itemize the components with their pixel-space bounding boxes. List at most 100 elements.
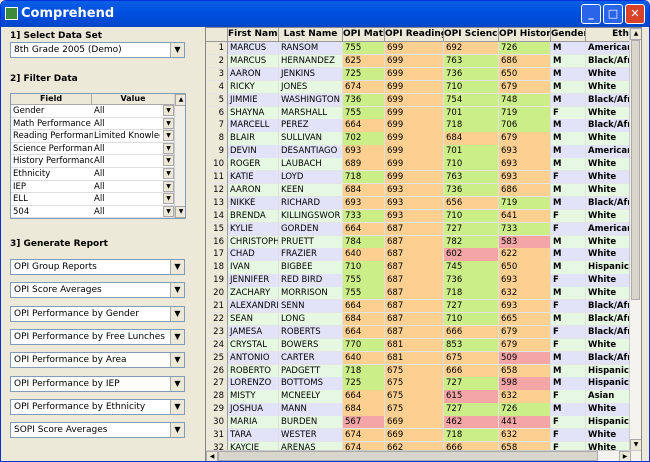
table-cell[interactable]: 699 (385, 119, 444, 133)
report-select[interactable]: SOPI Score Averages ▼ (10, 422, 185, 439)
table-cell[interactable]: 665 (499, 312, 551, 327)
table-cell[interactable]: White (586, 274, 631, 288)
table-cell[interactable]: 699 (385, 42, 444, 56)
table-cell[interactable]: CHRISTOPH (228, 235, 279, 249)
filter-row[interactable]: 504 All ▼ (11, 205, 175, 218)
table-cell[interactable]: White (586, 106, 631, 120)
table-cell[interactable]: 679 (499, 325, 551, 340)
table-cell[interactable]: 701 (444, 106, 499, 120)
table-cell[interactable]: IVAN (228, 261, 279, 275)
chevron-down-icon[interactable]: ▼ (163, 117, 174, 129)
table-row[interactable]: 15KYLIEGORDEN664687727733FAmerican I (206, 222, 631, 236)
table-cell[interactable]: 693 (385, 209, 444, 224)
table-cell[interactable]: F (551, 338, 586, 353)
table-cell[interactable]: BIGBEE (279, 261, 343, 275)
table-cell[interactable]: CRYSTAL (228, 338, 279, 353)
table-cell[interactable]: 748 (499, 93, 551, 107)
table-cell[interactable]: WESTER (279, 429, 343, 443)
table-cell[interactable]: Black/Afric (586, 196, 631, 211)
table-cell[interactable]: 693 (499, 145, 551, 159)
table-cell[interactable]: White (586, 80, 631, 95)
table-cell[interactable]: White (586, 287, 631, 301)
table-row[interactable]: 4 RICKY JONES 674 699 710 679 M White (206, 80, 631, 95)
close-button[interactable]: ✕ (625, 4, 645, 24)
table-cell[interactable]: 598 (499, 377, 551, 391)
table-cell[interactable]: 669 (385, 416, 444, 430)
table-cell[interactable]: BOWERS (279, 338, 343, 353)
table-cell[interactable]: American I (586, 222, 631, 236)
table-cell[interactable]: SULLIVAN (279, 132, 343, 146)
table-cell[interactable]: American I (586, 145, 631, 159)
table-cell[interactable]: M (551, 364, 586, 378)
table-cell[interactable]: M (551, 80, 586, 95)
table-cell[interactable]: 745 (444, 261, 499, 275)
table-cell[interactable]: 727 (444, 300, 499, 314)
table-row[interactable]: 16 CHRISTOPH PRUETT 784 687 782 583 M White (206, 235, 631, 249)
table-cell[interactable]: Asian (586, 390, 631, 404)
table-cell[interactable]: BLAIR (228, 132, 279, 146)
table-cell[interactable]: TARA (228, 429, 279, 443)
table-cell[interactable]: 679 (499, 132, 551, 146)
table-cell[interactable]: M (551, 196, 586, 211)
table-cell[interactable]: M (551, 377, 586, 391)
table-cell[interactable]: 632 (499, 390, 551, 404)
filter-row[interactable]: History Performanc All ▼ (11, 155, 175, 169)
filter-value[interactable]: All (94, 193, 160, 205)
maximize-button[interactable]: □ (603, 4, 623, 24)
table-cell[interactable]: 784 (343, 235, 385, 249)
table-cell[interactable]: White (586, 171, 631, 185)
table-cell[interactable]: BURDEN (279, 416, 343, 430)
table-cell[interactable]: 625 (343, 54, 385, 69)
table-row[interactable]: 11 KATIE LOYD 718 699 763 693 F White (206, 171, 631, 185)
table-cell[interactable]: 640 (343, 248, 385, 262)
table-cell[interactable]: 641 (499, 209, 551, 224)
table-row[interactable]: 31 TARA WESTER 674 669 718 632 F White (206, 429, 631, 443)
column-header[interactable]: OPI Math (343, 28, 385, 42)
table-cell[interactable]: 733 (343, 209, 385, 224)
table-cell[interactable]: 725 (343, 377, 385, 391)
table-cell[interactable]: 710 (444, 312, 499, 327)
table-cell[interactable]: 755 (343, 287, 385, 301)
column-header[interactable]: OPI Science (444, 28, 499, 42)
table-row[interactable]: 2MARCUSHERNANDEZ625699763686MBlack/Afric (206, 54, 631, 69)
chevron-down-icon[interactable]: ▼ (170, 399, 184, 414)
table-cell[interactable]: 770 (343, 338, 385, 353)
table-cell[interactable]: 693 (343, 145, 385, 159)
table-cell[interactable]: 754 (444, 93, 499, 107)
table-cell[interactable]: 687 (385, 222, 444, 236)
chevron-down-icon[interactable]: ▼ (163, 130, 174, 142)
table-cell[interactable]: Hispanic/L (586, 261, 631, 275)
table-cell[interactable]: ROGER (228, 158, 279, 172)
table-cell[interactable]: HERNANDEZ (279, 54, 343, 69)
table-cell[interactable]: RED BIRD (279, 274, 343, 288)
filter-value[interactable]: All (94, 181, 160, 193)
scroll-thumb[interactable] (631, 40, 640, 300)
table-cell[interactable]: 674 (343, 80, 385, 95)
chevron-down-icon[interactable]: ▼ (163, 155, 174, 167)
table-row[interactable]: 14 BRENDA KILLINGSWOR 733 693 710 641 F White (206, 209, 631, 224)
chevron-down-icon[interactable]: ▼ (170, 329, 184, 344)
filter-row[interactable]: Math Performance All ▼ (11, 117, 175, 131)
table-cell[interactable]: 701 (444, 145, 499, 159)
table-cell[interactable]: 706 (499, 119, 551, 133)
table-row[interactable]: 3 AARON JENKINS 725 699 736 650 M White (206, 67, 631, 82)
table-cell[interactable]: MCNEELY (279, 390, 343, 404)
filter-value[interactable]: All (94, 118, 160, 130)
table-cell[interactable]: BOTTOMS (279, 377, 343, 391)
table-cell[interactable]: 615 (444, 390, 499, 404)
table-cell[interactable]: Black/Afric (586, 300, 631, 314)
table-cell[interactable]: SEAN (228, 312, 279, 327)
table-cell[interactable]: 693 (343, 196, 385, 211)
table-cell[interactable]: ZACHARY (228, 287, 279, 301)
table-row[interactable]: 12 AARON KEEN 684 693 736 686 M White (206, 183, 631, 198)
table-cell[interactable]: 567 (343, 416, 385, 430)
table-cell[interactable]: BRENDA (228, 209, 279, 224)
table-cell[interactable]: JOSHUA (228, 403, 279, 417)
table-cell[interactable]: ROBERTO (228, 364, 279, 378)
table-cell[interactable]: 674 (343, 429, 385, 443)
chevron-down-icon[interactable]: ▼ (170, 376, 184, 391)
table-cell[interactable]: 681 (385, 351, 444, 365)
table-cell[interactable]: AARON (228, 183, 279, 198)
table-row[interactable]: 19 JENNIFER RED BIRD 755 687 736 693 F White (206, 274, 631, 288)
table-cell[interactable]: 686 (499, 183, 551, 198)
